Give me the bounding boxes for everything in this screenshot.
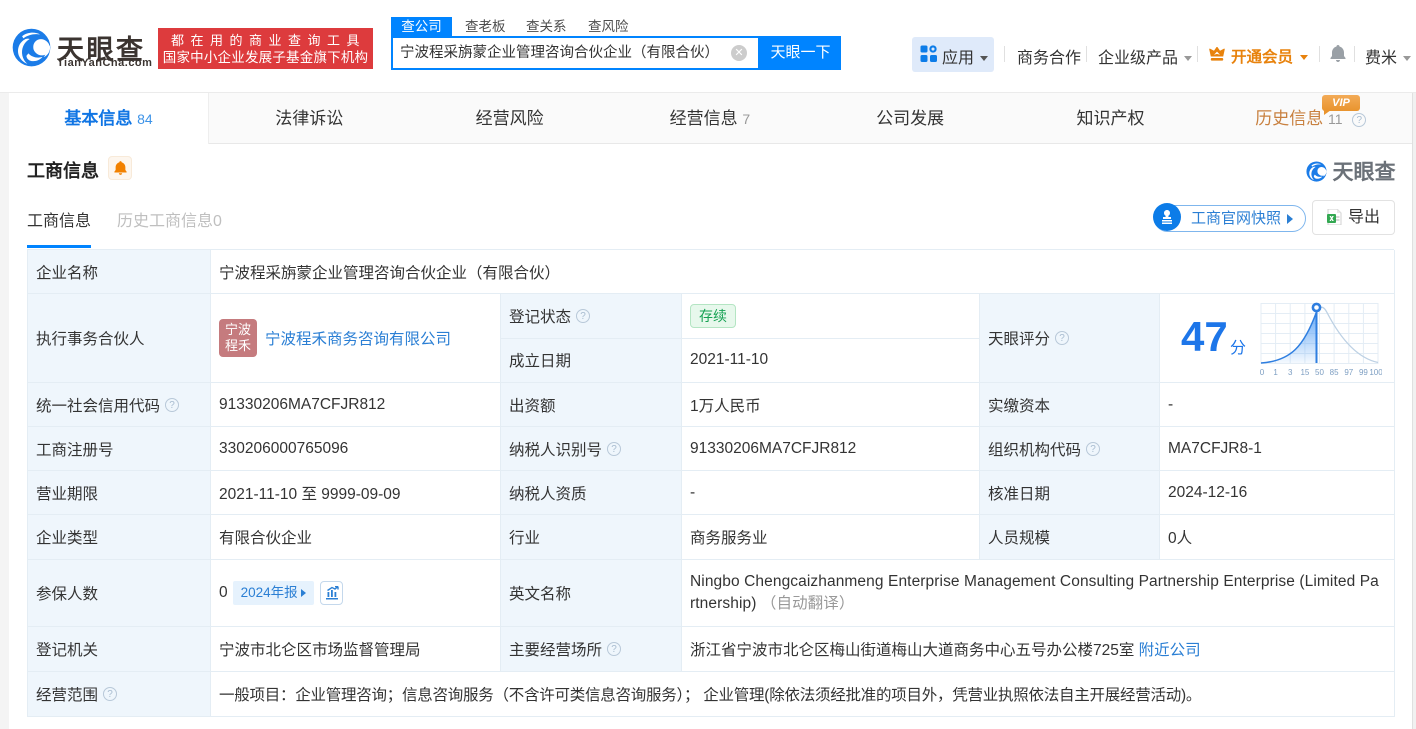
svg-text:99: 99 xyxy=(1359,368,1368,377)
svg-text:50: 50 xyxy=(1315,368,1324,377)
svg-text:85: 85 xyxy=(1330,368,1339,377)
svg-text:97: 97 xyxy=(1344,368,1353,377)
svg-text:1: 1 xyxy=(1273,368,1278,377)
svg-text:3: 3 xyxy=(1288,368,1293,377)
svg-text:100: 100 xyxy=(1369,368,1382,377)
svg-text:15: 15 xyxy=(1300,368,1309,377)
svg-text:0: 0 xyxy=(1260,368,1265,377)
